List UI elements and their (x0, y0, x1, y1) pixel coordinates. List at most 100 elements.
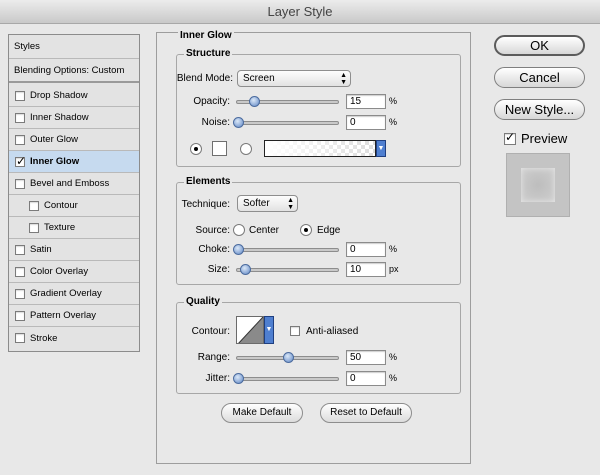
bevel-emboss-checkbox[interactable] (15, 178, 25, 189)
style-item-texture[interactable]: Texture (9, 217, 139, 239)
size-slider[interactable] (236, 264, 339, 275)
jitter-input[interactable]: 0 (346, 371, 386, 386)
reset-default-button[interactable]: Reset to Default (320, 403, 412, 423)
style-item-satin[interactable]: Satin (9, 239, 139, 261)
choke-unit: % (389, 244, 398, 254)
size-input[interactable]: 10 (346, 262, 386, 277)
style-item-label: Outer Glow (30, 134, 79, 145)
opacity-input[interactable]: 15 (346, 94, 386, 109)
styles-list: Styles Blending Options: Custom Drop Sha… (8, 34, 140, 352)
style-item-bevel-emboss[interactable]: Bevel and Emboss (9, 173, 139, 195)
style-item-stroke[interactable]: Stroke (9, 327, 139, 349)
choke-label: Choke: (198, 244, 230, 255)
inner-glow-checkbox[interactable] (15, 154, 26, 168)
texture-checkbox[interactable] (29, 222, 39, 233)
style-item-label: Gradient Overlay (30, 288, 102, 299)
style-item-outer-glow[interactable]: Outer Glow (9, 129, 139, 151)
contour-checkbox[interactable] (29, 200, 39, 211)
source-center-radio[interactable] (233, 224, 245, 236)
style-item-label: Inner Glow (30, 156, 80, 167)
source-center-label: Center (249, 225, 280, 236)
style-item-contour[interactable]: Contour (9, 195, 139, 217)
drop-shadow-checkbox[interactable] (15, 90, 25, 101)
source-edge-radio[interactable] (300, 224, 312, 236)
style-item-inner-shadow[interactable]: Inner Shadow (9, 107, 139, 129)
blend-mode-select[interactable]: Screen ▲ ▼ (237, 70, 351, 87)
antialiased-checkbox[interactable] (290, 326, 300, 336)
satin-checkbox[interactable] (15, 244, 25, 255)
outer-glow-checkbox[interactable] (15, 134, 25, 145)
range-slider-thumb[interactable] (283, 352, 294, 363)
style-item-label: Inner Shadow (30, 112, 89, 123)
style-item-inner-glow[interactable]: Inner Glow (9, 151, 139, 173)
noise-slider-thumb[interactable] (233, 117, 244, 128)
size-unit: px (389, 264, 399, 274)
range-slider[interactable] (236, 352, 339, 363)
style-item-label: Color Overlay (30, 266, 89, 277)
style-item-gradient-overlay[interactable]: Gradient Overlay (9, 283, 139, 305)
make-default-button[interactable]: Make Default (221, 403, 303, 423)
quality-title: Quality (184, 296, 222, 307)
styles-header[interactable]: Styles (9, 35, 139, 59)
style-item-label: Drop Shadow (30, 90, 88, 101)
size-label: Size: (207, 264, 230, 275)
style-item-drop-shadow[interactable]: Drop Shadow (9, 85, 139, 107)
opacity-slider-thumb[interactable] (249, 96, 260, 107)
opacity-label: Opacity: (193, 96, 230, 107)
opacity-slider[interactable] (236, 96, 339, 107)
ok-button[interactable]: OK (494, 35, 585, 56)
opacity-unit: % (389, 96, 398, 106)
pattern-overlay-checkbox[interactable] (15, 310, 25, 321)
noise-input[interactable]: 0 (346, 115, 386, 130)
window-title: Layer Style (0, 0, 600, 24)
inner-shadow-checkbox[interactable] (15, 112, 25, 123)
blending-options[interactable]: Blending Options: Custom (9, 59, 139, 83)
source-label: Source: (195, 225, 230, 236)
style-item-label: Texture (44, 222, 76, 233)
technique-select[interactable]: Softer ▲ ▼ (237, 195, 298, 212)
style-item-label: Pattern Overlay (30, 310, 96, 321)
updown-arrows-icon: ▲ ▼ (340, 72, 347, 86)
style-item-pattern-overlay[interactable]: Pattern Overlay (9, 305, 139, 327)
choke-slider-thumb[interactable] (233, 244, 244, 255)
stroke-checkbox[interactable] (15, 333, 25, 343)
contour-preview[interactable] (236, 316, 264, 344)
noise-slider[interactable] (233, 117, 339, 128)
style-preview-thumbnail (506, 153, 570, 217)
blend-mode-value: Screen (243, 73, 275, 84)
technique-value: Softer (243, 198, 270, 209)
new-style-button[interactable]: New Style... (494, 99, 585, 120)
style-item-label: Contour (44, 200, 78, 211)
range-label: Range: (197, 352, 230, 363)
glow-color-swatch[interactable] (212, 141, 227, 156)
updown-arrows-icon: ▲ ▼ (287, 197, 294, 211)
gradient-dropdown-icon[interactable]: ▼ (376, 140, 386, 157)
range-input[interactable]: 50 (346, 350, 386, 365)
style-item-color-overlay[interactable]: Color Overlay (9, 261, 139, 283)
elements-title: Elements (184, 176, 233, 187)
noise-unit: % (389, 117, 398, 127)
technique-label: Technique: (181, 199, 230, 210)
color-overlay-checkbox[interactable] (15, 266, 25, 277)
antialiased-label: Anti-aliased (306, 326, 359, 337)
preview-checkbox[interactable] (504, 130, 516, 145)
choke-slider[interactable] (233, 244, 339, 255)
solid-color-radio[interactable] (190, 143, 202, 155)
contour-curve-icon (238, 317, 263, 343)
style-item-label: Bevel and Emboss (30, 178, 110, 189)
style-item-label: Stroke (30, 332, 58, 344)
jitter-unit: % (389, 373, 398, 383)
cancel-button[interactable]: Cancel (494, 67, 585, 88)
gradient-overlay-checkbox[interactable] (15, 288, 25, 299)
choke-input[interactable]: 0 (346, 242, 386, 257)
preview-label: Preview (521, 131, 568, 146)
jitter-slider-thumb[interactable] (233, 373, 244, 384)
jitter-slider[interactable] (233, 373, 339, 384)
source-edge-label: Edge (317, 225, 341, 236)
blend-mode-label: Blend Mode: (176, 73, 233, 84)
gradient-radio[interactable] (240, 143, 252, 155)
contour-dropdown-icon[interactable]: ▼ (264, 316, 274, 344)
panel-title: Inner Glow (178, 30, 234, 41)
size-slider-thumb[interactable] (240, 264, 251, 275)
gradient-preview[interactable] (264, 140, 376, 157)
